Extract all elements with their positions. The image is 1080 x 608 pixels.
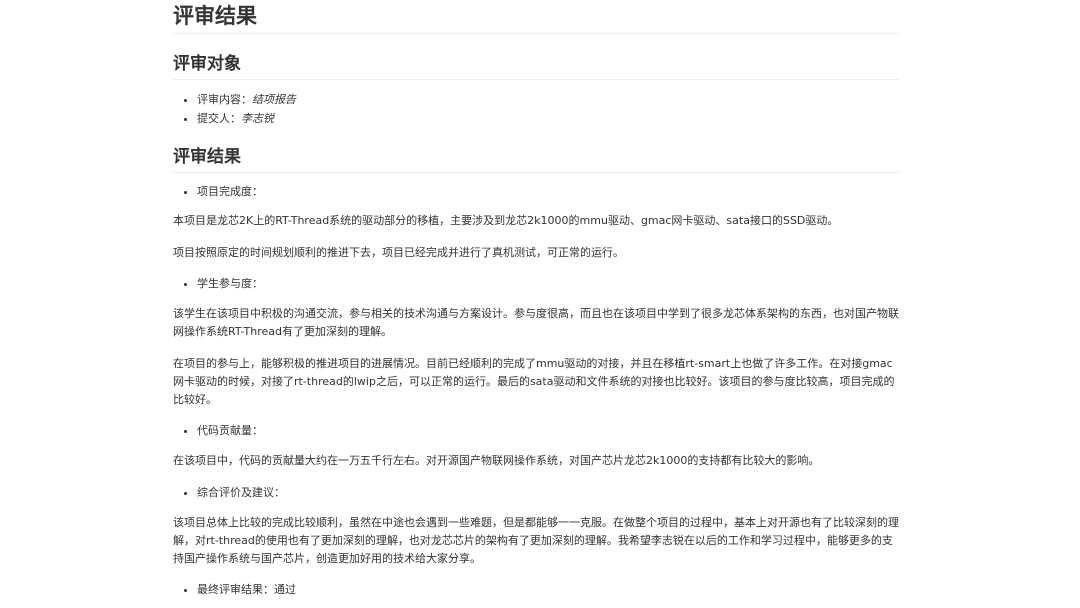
submitter-label: 提交人： bbox=[197, 112, 241, 125]
participation-paragraph-1: 该学生在该项目中积极的沟通交流，参与相关的技术沟通与方案设计。参与度很高，而且也… bbox=[173, 307, 899, 338]
review-content-label: 评审内容： bbox=[197, 93, 252, 106]
review-object-list: 评审内容：结项报告 提交人：李志锐 bbox=[173, 90, 900, 128]
review-content-value: 结项报告 bbox=[252, 93, 296, 106]
evaluation-label: 综合评价及建议： bbox=[197, 484, 900, 502]
completion-label: 项目完成度： bbox=[197, 183, 900, 201]
page-title: 评审结果 bbox=[173, 0, 900, 34]
completion-paragraph-2: 项目按照原定的时间规划顺利的推进下去，项目已经完成并进行了真机测试，可正常的运行… bbox=[173, 246, 624, 259]
review-result-heading: 评审结果 bbox=[173, 146, 900, 173]
final-result-value: 通过 bbox=[274, 583, 296, 596]
final-result-label: 最终评审结果： bbox=[197, 583, 274, 596]
completion-item: 项目完成度： bbox=[173, 183, 900, 201]
participation-paragraph-2: 在项目的参与上，能够积极的推进项目的进展情况。目前已经顺利的完成了mmu驱动的对… bbox=[173, 357, 895, 406]
contribution-label: 代码贡献量： bbox=[197, 422, 900, 440]
contribution-paragraph: 在该项目中，代码的贡献量大约在一万五千行左右。对开源国产物联网操作系统，对国产芯… bbox=[173, 454, 820, 467]
participation-label: 学生参与度： bbox=[197, 275, 900, 293]
completion-paragraph-1: 本项目是龙芯2K上的RT-Thread系统的驱动部分的移植，主要涉及到龙芯2k1… bbox=[173, 214, 839, 227]
final-result: 最终评审结果：通过 bbox=[197, 581, 900, 599]
participation-item: 学生参与度： bbox=[173, 275, 900, 293]
final-item: 最终评审结果：通过 bbox=[173, 581, 900, 599]
evaluation-paragraph: 该项目总体上比较的完成比较顺利，虽然在中途也会遇到一些难题，但是都能够一一克服。… bbox=[173, 516, 899, 565]
review-object-heading: 评审对象 bbox=[173, 53, 900, 80]
list-item: 评审内容：结项报告 bbox=[197, 90, 900, 109]
list-item: 提交人：李志锐 bbox=[197, 109, 900, 128]
evaluation-item: 综合评价及建议： bbox=[173, 484, 900, 502]
submitter-value: 李志锐 bbox=[241, 112, 274, 125]
document-body: 评审结果 评审对象 评审内容：结项报告 提交人：李志锐 评审结果 项目完成度： … bbox=[173, 0, 900, 599]
contribution-item: 代码贡献量： bbox=[173, 422, 900, 440]
